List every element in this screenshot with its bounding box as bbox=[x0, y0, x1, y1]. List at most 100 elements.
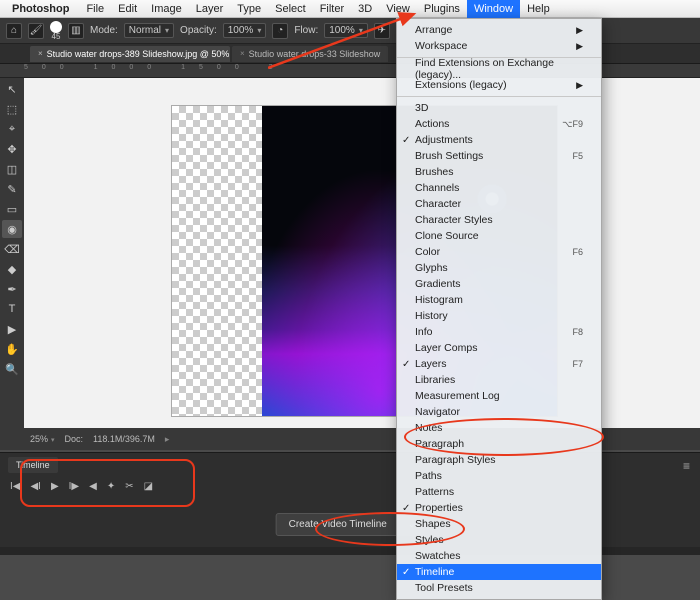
marquee-tool-icon[interactable]: ⬚ bbox=[2, 100, 22, 118]
menu-item-actions[interactable]: Actions⌥F9 bbox=[397, 116, 601, 132]
menu-item-workspace[interactable]: Workspace▶ bbox=[397, 38, 601, 54]
brush-size-value: 45 bbox=[52, 33, 61, 41]
transition-icon[interactable]: ◪ bbox=[144, 481, 153, 492]
path-tool-icon[interactable]: ▶ bbox=[2, 320, 22, 338]
status-arrow-icon[interactable]: ▸ bbox=[165, 434, 170, 445]
menu-item-patterns[interactable]: Patterns bbox=[397, 484, 601, 500]
prev-frame-icon[interactable]: ◀I bbox=[30, 481, 40, 492]
last-frame-icon[interactable]: ◀ bbox=[89, 481, 97, 492]
timeline-tab[interactable]: Timeline bbox=[8, 457, 58, 473]
zoom-level[interactable]: 25% bbox=[30, 434, 55, 444]
flow-label: Flow: bbox=[294, 25, 318, 36]
menu-item-paragraph[interactable]: Paragraph bbox=[397, 436, 601, 452]
menu-item-paragraph-styles[interactable]: Paragraph Styles bbox=[397, 452, 601, 468]
menu-select[interactable]: Select bbox=[268, 0, 313, 18]
flow-select[interactable]: 100% bbox=[324, 23, 368, 38]
menu-item-gradients[interactable]: Gradients bbox=[397, 276, 601, 292]
menu-item-histogram[interactable]: Histogram bbox=[397, 292, 601, 308]
menu-item-character-styles[interactable]: Character Styles bbox=[397, 212, 601, 228]
close-icon[interactable]: × bbox=[38, 49, 43, 58]
menu-item-shapes[interactable]: Shapes bbox=[397, 516, 601, 532]
airbrush-icon[interactable]: ✈ bbox=[374, 23, 390, 39]
menu-3d[interactable]: 3D bbox=[351, 0, 379, 18]
menu-edit[interactable]: Edit bbox=[111, 0, 144, 18]
menu-item-3d[interactable]: 3D bbox=[397, 100, 601, 116]
menu-item-history[interactable]: History bbox=[397, 308, 601, 324]
frame-tool-icon[interactable]: ◫ bbox=[2, 160, 22, 178]
check-icon: ✓ bbox=[402, 567, 410, 578]
close-icon[interactable]: × bbox=[240, 49, 245, 58]
eyedropper-tool-icon[interactable]: ✎ bbox=[2, 180, 22, 198]
menu-item-notes[interactable]: Notes bbox=[397, 420, 601, 436]
menu-item-extensions-legacy[interactable]: Extensions (legacy)▶ bbox=[397, 77, 601, 93]
brush-tool-icon[interactable]: 🖌 bbox=[28, 23, 44, 39]
document-tab[interactable]: × Studio water drops-33 Slideshow bbox=[232, 46, 388, 62]
menu-plugins[interactable]: Plugins bbox=[417, 0, 467, 18]
menu-item-tool-presets[interactable]: Tool Presets bbox=[397, 580, 601, 596]
menu-item-properties[interactable]: ✓Properties bbox=[397, 500, 601, 516]
pen-tool-icon[interactable]: ✒ bbox=[2, 280, 22, 298]
submenu-arrow-icon: ▶ bbox=[576, 25, 583, 36]
mode-select[interactable]: Normal bbox=[124, 23, 174, 38]
shortcut-label: F5 bbox=[572, 151, 583, 161]
type-tool-icon[interactable]: T bbox=[2, 300, 22, 318]
menu-image[interactable]: Image bbox=[144, 0, 189, 18]
menu-item-layer-comps[interactable]: Layer Comps bbox=[397, 340, 601, 356]
menu-item-measurement-log[interactable]: Measurement Log bbox=[397, 388, 601, 404]
menu-item-adjustments[interactable]: ✓Adjustments bbox=[397, 132, 601, 148]
menu-item-libraries[interactable]: Libraries bbox=[397, 372, 601, 388]
panel-menu-icon[interactable]: ≡ bbox=[683, 459, 690, 473]
menu-file[interactable]: File bbox=[79, 0, 111, 18]
move-tool-icon[interactable]: ↖ bbox=[2, 80, 22, 98]
menu-item-timeline[interactable]: ✓Timeline bbox=[397, 564, 601, 580]
first-frame-icon[interactable]: I◀ bbox=[10, 481, 20, 492]
mode-label: Mode: bbox=[90, 25, 118, 36]
zoom-tool-icon[interactable]: 🔍 bbox=[2, 360, 22, 378]
opacity-select[interactable]: 100% bbox=[223, 23, 267, 38]
create-video-timeline-button[interactable]: Create Video Timeline bbox=[276, 513, 400, 536]
menu-item-channels[interactable]: Channels bbox=[397, 180, 601, 196]
menu-help[interactable]: Help bbox=[520, 0, 557, 18]
brush-panel-icon[interactable]: ▥ bbox=[68, 23, 84, 39]
mac-menubar: Photoshop File Edit Image Layer Type Sel… bbox=[0, 0, 700, 18]
home-icon[interactable]: ⌂ bbox=[6, 23, 22, 39]
menu-window[interactable]: Window bbox=[467, 0, 520, 18]
document-tab[interactable]: ×Studio water drops-389 Slideshow.jpg @ … bbox=[30, 46, 230, 62]
play-icon[interactable]: ▶ bbox=[51, 481, 59, 492]
menu-type[interactable]: Type bbox=[230, 0, 268, 18]
menu-item-color[interactable]: ColorF6 bbox=[397, 244, 601, 260]
tools-panel: ↖ ⬚ ⌖ ✥ ◫ ✎ ▭ ◉ ⌫ ◆ ✒ T ▶ ✋ 🔍 bbox=[0, 78, 24, 450]
menu-item-brushes[interactable]: Brushes bbox=[397, 164, 601, 180]
menu-layer[interactable]: Layer bbox=[189, 0, 231, 18]
app-name[interactable]: Photoshop bbox=[12, 3, 69, 15]
tab-title: Studio water drops-33 Slideshow bbox=[249, 49, 381, 59]
next-frame-icon[interactable]: I▶ bbox=[69, 481, 79, 492]
menu-view[interactable]: View bbox=[379, 0, 417, 18]
pressure-opacity-icon[interactable]: ◔ bbox=[272, 23, 288, 39]
menu-item-navigator[interactable]: Navigator bbox=[397, 404, 601, 420]
mute-icon[interactable]: ✦ bbox=[107, 481, 115, 492]
clone-tool-icon[interactable]: ⌫ bbox=[2, 240, 22, 258]
hand-tool-icon[interactable]: ✋ bbox=[2, 340, 22, 358]
menu-filter[interactable]: Filter bbox=[313, 0, 351, 18]
doc-label: Doc: bbox=[65, 434, 84, 444]
menu-item-paths[interactable]: Paths bbox=[397, 468, 601, 484]
menu-item-glyphs[interactable]: Glyphs bbox=[397, 260, 601, 276]
crop-tool-icon[interactable]: ✥ bbox=[2, 140, 22, 158]
menu-item-styles[interactable]: Styles bbox=[397, 532, 601, 548]
brush-preview-icon[interactable] bbox=[50, 21, 62, 33]
brush-tool-icon[interactable]: ◉ bbox=[2, 220, 22, 238]
split-icon[interactable]: ✂ bbox=[125, 481, 133, 492]
submenu-arrow-icon: ▶ bbox=[576, 41, 583, 52]
lasso-tool-icon[interactable]: ⌖ bbox=[2, 120, 22, 138]
gradient-tool-icon[interactable]: ◆ bbox=[2, 260, 22, 278]
menu-item-layers[interactable]: ✓LayersF7 bbox=[397, 356, 601, 372]
menu-item-find-extensions[interactable]: Find Extensions on Exchange (legacy)... bbox=[397, 61, 601, 77]
menu-item-arrange[interactable]: Arrange▶ bbox=[397, 22, 601, 38]
menu-item-info[interactable]: InfoF8 bbox=[397, 324, 601, 340]
menu-item-swatches[interactable]: Swatches bbox=[397, 548, 601, 564]
menu-item-clone-source[interactable]: Clone Source bbox=[397, 228, 601, 244]
healing-tool-icon[interactable]: ▭ bbox=[2, 200, 22, 218]
menu-item-brush-settings[interactable]: Brush SettingsF5 bbox=[397, 148, 601, 164]
menu-item-character[interactable]: Character bbox=[397, 196, 601, 212]
